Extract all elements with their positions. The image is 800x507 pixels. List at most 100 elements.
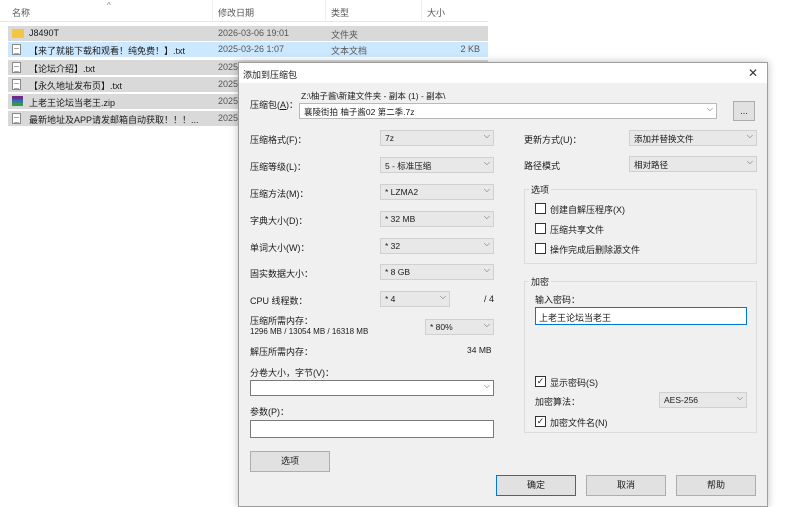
help-button[interactable]: 帮助 <box>676 475 756 496</box>
dictionary-size-select[interactable]: * 32 MB ⌵ <box>380 211 494 227</box>
chevron-down-icon: ⌵ <box>746 157 753 166</box>
checkbox-box[interactable] <box>535 203 546 214</box>
archive-directory: Z:\柚子酱\新建文件夹 - 副本 (1) - 副本\ <box>301 91 446 101</box>
close-icon[interactable]: ✕ <box>745 65 761 81</box>
file-row-txt[interactable]: 【来了就能下载和观看！纯免费！】.txt 2025-03-26 1:07 文本文… <box>8 42 488 57</box>
chevron-down-icon: ⌵ <box>483 131 490 140</box>
chevron-down-icon: ⌵ <box>746 131 753 140</box>
method-value: * LZMA2 <box>385 187 419 197</box>
delete-source-checkbox-label: 操作完成后删除源文件 <box>550 245 641 255</box>
word-size-label: 单词大小(W)： <box>250 243 310 253</box>
options-group-title: 选项 <box>529 183 552 196</box>
format-label: 压缩格式(F)： <box>250 135 307 145</box>
archive-filename-combo[interactable]: 襄陵街拍 柚子酱02 第二季.7z ⌵ <box>299 103 717 119</box>
format-value: 7z <box>385 133 394 143</box>
options-group: 选项 创建自解压程序(X) 压缩共享文件 操作完成后删除源文件 <box>524 183 757 264</box>
show-password-label: 显示密码(S) <box>550 378 598 388</box>
checkbox-box[interactable] <box>535 223 546 234</box>
browse-button[interactable]: ... <box>733 101 755 121</box>
delete-source-checkbox[interactable]: 操作完成后删除源文件 <box>535 242 735 256</box>
encrypt-filenames-label: 加密文件名(N) <box>550 418 608 428</box>
text-file-icon <box>12 44 21 55</box>
dictionary-size-value: * 32 MB <box>385 214 416 224</box>
chevron-down-icon: ⌵ <box>483 381 490 390</box>
column-type-header[interactable]: 类型 <box>331 6 349 19</box>
chevron-down-icon: ⌵ <box>483 320 490 329</box>
path-mode-label: 路径模式 <box>524 161 561 171</box>
encryption-group: 加密 输入密码： 上老王论坛当老王 ✓ 显示密码(S) 加密算法： AES-25… <box>524 275 757 433</box>
folder-icon <box>12 29 24 38</box>
password-label: 输入密码： <box>535 295 581 305</box>
column-size-header[interactable]: 大小 <box>427 6 445 19</box>
encryption-group-title: 加密 <box>529 275 552 288</box>
path-mode-value: 相对路径 <box>634 160 669 170</box>
method-label: 压缩方法(M)： <box>250 189 309 199</box>
column-name-header[interactable]: 名称 <box>12 6 30 19</box>
add-to-archive-dialog: 添加到压缩包 ✕ 压缩包(A)： Z:\柚子酱\新建文件夹 - 副本 (1) -… <box>238 62 768 507</box>
solid-block-label: 固实数据大小： <box>250 269 314 279</box>
sfx-checkbox[interactable]: 创建自解压程序(X) <box>535 202 735 216</box>
sfx-checkbox-label: 创建自解压程序(X) <box>550 205 625 215</box>
file-date: 2025 <box>218 96 239 106</box>
column-divider[interactable] <box>212 0 213 22</box>
checkmark-icon[interactable]: ✓ <box>535 416 546 427</box>
compress-memory-detail: 1296 MB / 13054 MB / 16318 MB <box>250 327 369 336</box>
column-divider[interactable] <box>325 0 326 22</box>
text-file-icon <box>12 79 21 90</box>
chevron-down-icon: ⌵ <box>483 265 490 274</box>
options-button[interactable]: 选项 <box>250 451 330 472</box>
ok-button[interactable]: 确定 <box>496 475 576 496</box>
file-name: J8490T <box>29 28 60 38</box>
cpu-threads-select[interactable]: * 4 ⌵ <box>380 291 450 307</box>
word-size-select[interactable]: * 32 ⌵ <box>380 238 494 254</box>
format-select[interactable]: 7z ⌵ <box>380 130 494 146</box>
path-mode-select[interactable]: 相对路径 ⌵ <box>629 156 757 172</box>
file-date: 2025 <box>218 62 239 72</box>
chevron-down-icon: ⌵ <box>439 292 446 301</box>
decompress-memory-value: 34 MB <box>467 345 492 355</box>
file-name: 【来了就能下载和观看！纯免费！】.txt <box>29 46 186 56</box>
password-input[interactable]: 上老王论坛当老王 <box>535 307 747 325</box>
parameters-input[interactable] <box>250 420 494 438</box>
chevron-down-icon: ⌵ <box>736 393 743 402</box>
memory-usage-select[interactable]: * 80% ⌵ <box>425 319 494 335</box>
word-size-value: * 32 <box>385 241 401 251</box>
chevron-down-icon: ⌵ <box>483 158 490 167</box>
volume-size-combo[interactable]: ⌵ <box>250 380 494 396</box>
decompress-memory-label: 解压所需内存： <box>250 347 314 357</box>
encrypt-filenames-checkbox[interactable]: ✓ 加密文件名(N) <box>535 415 685 429</box>
checkbox-box[interactable] <box>535 243 546 254</box>
dialog-titlebar[interactable]: 添加到压缩包 ✕ <box>239 63 767 83</box>
shared-files-checkbox[interactable]: 压缩共享文件 <box>535 222 735 236</box>
file-name: 【论坛介绍】.txt <box>29 64 96 74</box>
method-select[interactable]: * LZMA2 ⌵ <box>380 184 494 200</box>
file-name: 上老王论坛当老王.zip <box>29 98 116 108</box>
solid-block-select[interactable]: * 8 GB ⌵ <box>380 264 494 280</box>
column-divider[interactable] <box>421 0 422 22</box>
level-select[interactable]: 5 - 标准压缩 ⌵ <box>380 157 494 173</box>
dialog-title: 添加到压缩包 <box>243 70 298 80</box>
update-mode-select[interactable]: 添加并替换文件 ⌵ <box>629 130 757 146</box>
file-row-folder[interactable]: J8490T 2026-03-06 19:01 文件夹 <box>8 26 488 41</box>
column-date-header[interactable]: 修改日期 <box>218 6 254 19</box>
encryption-method-select[interactable]: AES-256 ⌵ <box>659 392 747 408</box>
archive-label-text: 压缩包 <box>250 100 278 110</box>
parameters-label: 参数(P)： <box>250 407 289 417</box>
cancel-button[interactable]: 取消 <box>586 475 666 496</box>
file-date: 2025-03-26 1:07 <box>218 44 285 54</box>
file-date: 2025 <box>218 79 239 89</box>
archive-label: 压缩包(A)： <box>250 100 299 110</box>
shared-files-checkbox-label: 压缩共享文件 <box>550 225 605 235</box>
file-date: 2026-03-06 19:01 <box>218 28 290 38</box>
dictionary-size-label: 字典大小(D)： <box>250 216 308 226</box>
cpu-threads-max: / 4 <box>484 294 495 304</box>
text-file-icon <box>12 62 21 73</box>
checkmark-icon[interactable]: ✓ <box>535 376 546 387</box>
archive-label-key: A <box>280 100 287 110</box>
show-password-checkbox[interactable]: ✓ 显示密码(S) <box>535 375 685 389</box>
solid-block-value: * 8 GB <box>385 267 411 277</box>
level-value: 5 - 标准压缩 <box>385 161 432 171</box>
update-mode-label: 更新方式(U)： <box>524 135 582 145</box>
text-file-icon <box>12 113 21 124</box>
zip-file-icon <box>12 96 23 106</box>
